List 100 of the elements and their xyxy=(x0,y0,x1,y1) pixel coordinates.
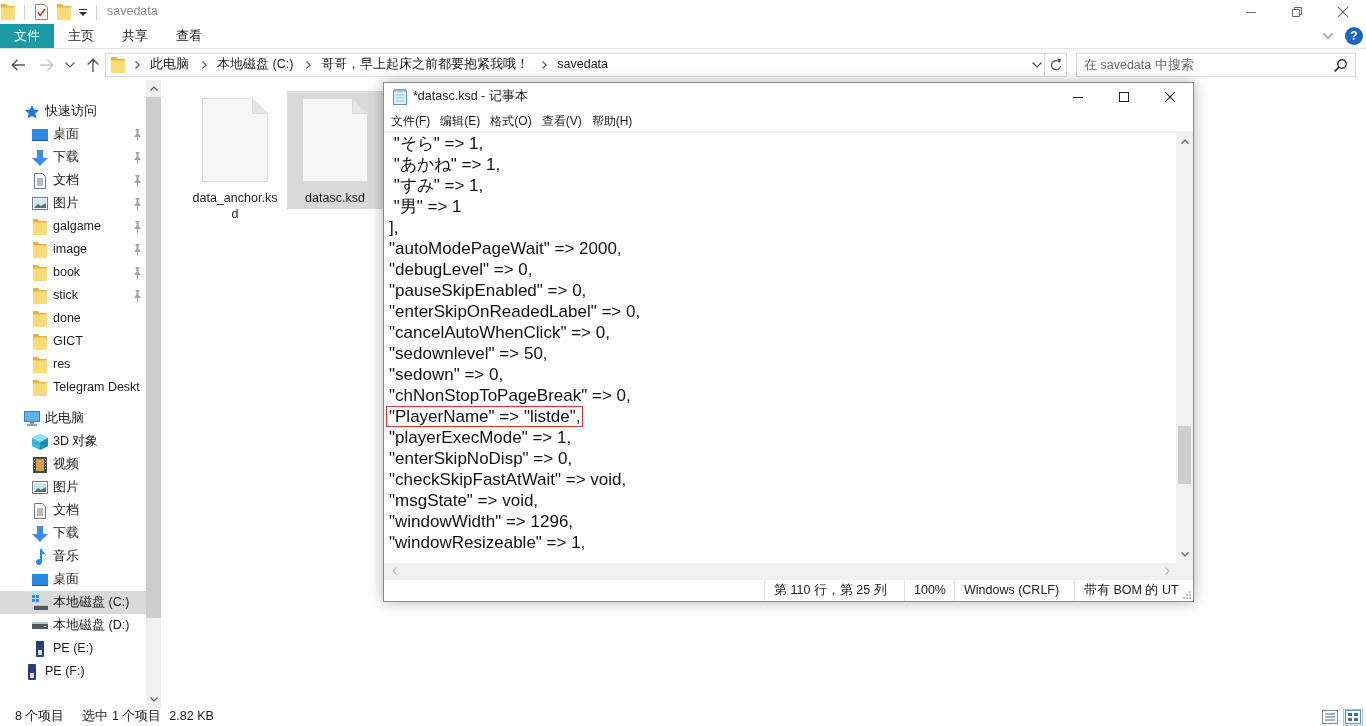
nav-item[interactable]: stick xyxy=(0,284,146,307)
close-icon xyxy=(1338,7,1348,17)
menu-item[interactable]: 文件(F) xyxy=(386,113,436,129)
scroll-down-icon[interactable] xyxy=(1180,552,1189,557)
folder-icon xyxy=(33,241,47,258)
up-arrow-icon xyxy=(87,57,99,72)
folder-icon xyxy=(33,264,47,281)
chevron-right-icon xyxy=(542,60,548,69)
scrollbar-thumb[interactable] xyxy=(1178,426,1191,484)
document-icon xyxy=(34,502,46,519)
restore-icon xyxy=(1292,7,1302,17)
breadcrumb[interactable]: 哥哥，早上起床之前都要抱紧我哦！ xyxy=(318,56,533,73)
folder-icon xyxy=(57,4,71,20)
nav-item[interactable]: 视频 xyxy=(0,453,146,476)
close-icon xyxy=(1165,92,1175,102)
text-line: "windowWidth" => 1296, xyxy=(388,511,575,532)
folder-icon xyxy=(111,56,125,73)
back-arrow-icon xyxy=(11,58,25,71)
text-line: "cancelAutoWhenClick" => 0, xyxy=(388,322,611,343)
nav-item[interactable]: book xyxy=(0,261,146,284)
menu-item[interactable]: 格式(O) xyxy=(485,113,537,129)
scroll-up-icon[interactable] xyxy=(1180,139,1189,144)
help-button[interactable]: ? xyxy=(1345,27,1363,45)
chevron-right-icon xyxy=(306,60,312,69)
nav-item[interactable]: 此电脑 xyxy=(0,407,146,430)
search-field[interactable]: 在 savedata 中搜索 xyxy=(1076,52,1356,77)
nav-item[interactable]: PE (E:) xyxy=(0,637,146,660)
nav-item[interactable]: 本地磁盘 (D:) xyxy=(0,614,146,637)
text-line: "pauseSkipEnabled" => 0, xyxy=(388,280,588,301)
menu-item[interactable]: 帮助(H) xyxy=(586,113,638,129)
address-bar[interactable]: 此电脑 本地磁盘 (C:) 哥哥，早上起床之前都要抱紧我哦！ savedata xyxy=(105,52,1045,77)
text-line: "sedownlevel" => 50, xyxy=(388,343,549,364)
scroll-down-icon[interactable] xyxy=(149,697,158,702)
menu-item[interactable]: 查看(V) xyxy=(536,113,587,129)
chevron-down-icon xyxy=(1323,33,1333,39)
text-line: "windowResizeable" => 1, xyxy=(388,532,587,553)
nav-item[interactable]: Telegram Deskt xyxy=(0,376,146,399)
nav-item[interactable]: 文档 xyxy=(0,169,146,192)
text-line: "msgState" => void, xyxy=(388,490,540,511)
ribbon-tab[interactable]: 查看 xyxy=(162,24,216,48)
folder-icon xyxy=(33,218,47,235)
desktop-icon xyxy=(32,573,48,586)
file-icon xyxy=(202,98,268,182)
nav-item[interactable]: GICT xyxy=(0,330,146,353)
breadcrumb[interactable]: savedata xyxy=(554,56,612,73)
nav-item[interactable]: 本地磁盘 (C:) xyxy=(0,591,146,614)
nav-item[interactable]: image xyxy=(0,238,146,261)
ribbon-tab[interactable]: 主页 xyxy=(54,24,108,48)
file-item[interactable]: data_anchor.ksd xyxy=(187,91,283,225)
scrollbar[interactable] xyxy=(1176,133,1193,563)
text-line: "playerExecMode" => 1, xyxy=(388,427,573,448)
nav-item[interactable]: 图片 xyxy=(0,192,146,215)
text-line: ], xyxy=(388,217,400,238)
nav-item[interactable]: 下载 xyxy=(0,146,146,169)
window-title: savedata xyxy=(107,4,158,20)
text-line: "enterSkipOnReadedLabel" => 0, xyxy=(388,301,642,322)
scrollbar-thumb[interactable] xyxy=(146,97,161,618)
nav-item[interactable]: PE (F:) xyxy=(0,660,146,683)
chevron-down-icon[interactable] xyxy=(1032,61,1042,68)
nav-item[interactable]: 文档 xyxy=(0,499,146,522)
drive-icon xyxy=(32,595,48,610)
monitor-icon xyxy=(24,411,40,426)
text-line: "debugLevel" => 0, xyxy=(388,259,534,280)
scrollbar[interactable] xyxy=(146,80,161,708)
nav-item[interactable]: 图片 xyxy=(0,476,146,499)
menu-item[interactable]: 编辑(E) xyxy=(435,113,486,129)
download-icon xyxy=(32,525,48,542)
nav-item[interactable]: 下载 xyxy=(0,522,146,545)
folder-icon xyxy=(33,379,47,396)
text-line: "autoModePageWait" => 2000, xyxy=(388,238,623,259)
desktop-icon xyxy=(32,128,48,141)
star-icon xyxy=(25,104,39,119)
text-line: "すみ" => 1, xyxy=(392,175,485,196)
nav-item[interactable]: 音乐 xyxy=(0,545,146,568)
text-line: "あかね" => 1, xyxy=(392,154,502,175)
line-ending: Windows (CRLF) xyxy=(964,582,1060,599)
file-item[interactable]: datasc.ksd xyxy=(287,91,383,209)
chevron-right-icon xyxy=(135,60,140,69)
details-view-icon xyxy=(1322,710,1338,724)
chevron-right-icon xyxy=(202,60,207,69)
refresh-button[interactable] xyxy=(1045,52,1067,77)
nav-item[interactable]: 桌面 xyxy=(0,568,146,591)
nav-item[interactable]: 3D 对象 xyxy=(0,430,146,453)
minimize-icon xyxy=(1246,11,1256,13)
view-button[interactable] xyxy=(1343,708,1363,726)
cube-icon xyxy=(32,433,48,450)
search-icon[interactable] xyxy=(1334,58,1347,72)
picture-icon xyxy=(32,197,48,210)
dropdown-icon[interactable] xyxy=(79,8,87,16)
scroll-up-icon[interactable] xyxy=(149,86,158,91)
nav-item[interactable]: 快速访问 xyxy=(0,100,146,123)
view-button[interactable] xyxy=(1320,708,1340,726)
breadcrumb[interactable]: 本地磁盘 (C:) xyxy=(214,56,297,73)
nav-item[interactable]: 桌面 xyxy=(0,123,146,146)
nav-item[interactable]: res xyxy=(0,353,146,376)
nav-item[interactable]: galgame xyxy=(0,215,146,238)
ribbon-tab[interactable]: 共享 xyxy=(108,24,162,48)
refresh-icon[interactable] xyxy=(1049,58,1062,71)
breadcrumb[interactable]: 此电脑 xyxy=(147,56,192,73)
nav-item[interactable]: done xyxy=(0,307,146,330)
